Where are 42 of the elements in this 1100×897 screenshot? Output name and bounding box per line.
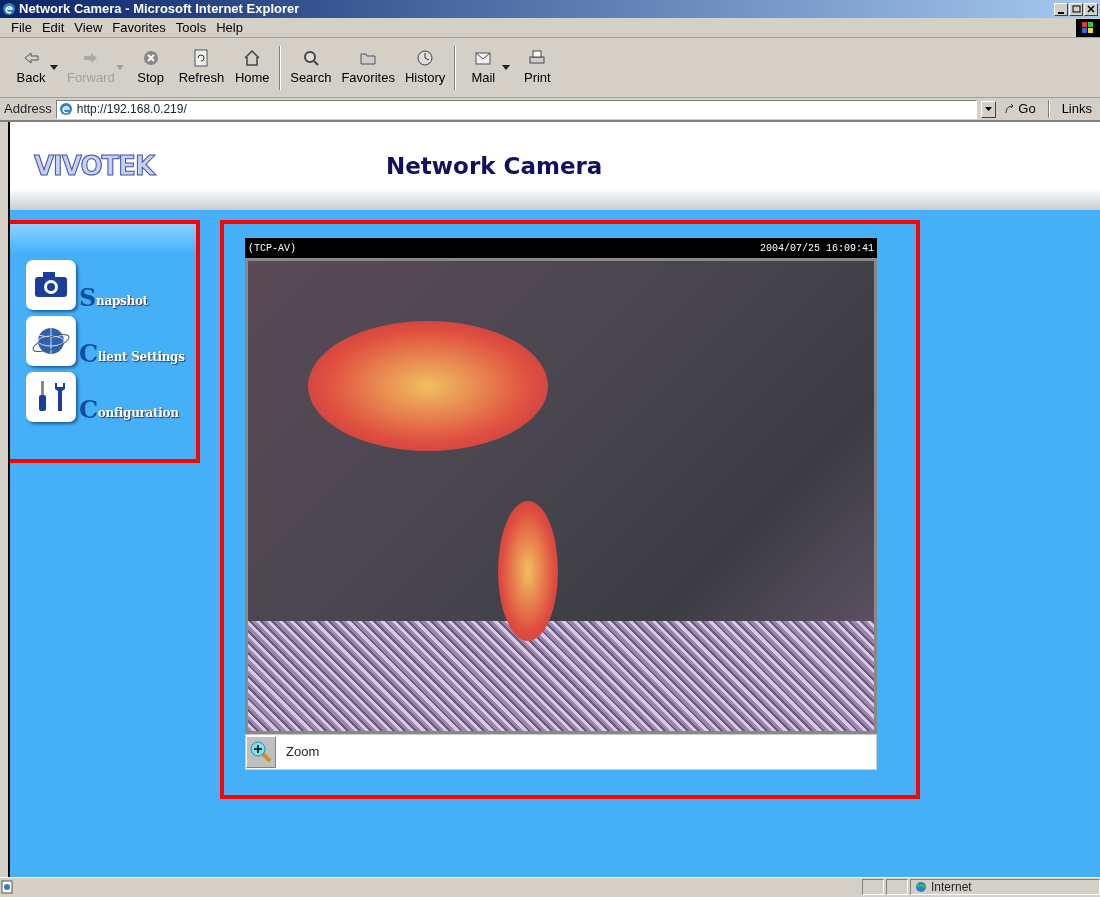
zoom-button[interactable] <box>246 736 276 768</box>
page-icon <box>58 102 73 116</box>
menu-item[interactable]: Tools <box>170 17 212 38</box>
menu-item[interactable]: Edit <box>36 17 70 38</box>
timestamp: 2004/07/25 16:09:41 <box>759 241 874 256</box>
toolbar-button[interactable]: Stop <box>127 47 174 88</box>
toolbar-button[interactable]: Refresh <box>173 47 230 88</box>
toolbar-button[interactable]: Print <box>514 47 561 88</box>
address-label: Address <box>4 100 52 119</box>
ie-logo-icon <box>2 2 16 16</box>
zoom-label: Zoom <box>286 743 320 762</box>
dropdown-caret-icon[interactable] <box>502 64 511 70</box>
links-button[interactable]: Links <box>1057 99 1096 119</box>
menu-item[interactable]: File <box>6 17 37 38</box>
zoom-in-icon <box>249 740 273 764</box>
clock-icon <box>415 47 436 68</box>
toolbar-button[interactable]: History <box>399 47 451 88</box>
caret-icon <box>985 107 993 111</box>
status-pane <box>886 878 908 895</box>
address-field[interactable]: http://192.168.0.219/ <box>55 99 978 119</box>
windows-flag-icon <box>1076 18 1100 37</box>
zone-indicator: Internet <box>910 878 1100 895</box>
vivotek-logo: VIVOTEK <box>34 149 157 183</box>
close-icon[interactable] <box>1086 4 1096 14</box>
page-heading: Network Camera <box>386 151 603 181</box>
menu-item[interactable]: Help <box>211 17 248 38</box>
restore-icon[interactable] <box>1071 4 1081 14</box>
toolbar-button[interactable]: Home <box>229 47 276 88</box>
menu-item[interactable]: View <box>69 17 108 38</box>
stream-label: (TCP-AV) <box>248 241 296 256</box>
toolbar-button[interactable]: Mail <box>460 47 507 88</box>
dropdown-caret-icon[interactable] <box>50 64 58 70</box>
status-pane <box>862 878 884 895</box>
menu-item[interactable]: Favorites <box>107 17 171 38</box>
globe-icon <box>915 880 927 893</box>
toolbar-button[interactable]: Favorites <box>336 47 400 88</box>
toolbar-button[interactable]: Search <box>285 47 337 88</box>
page-icon <box>0 879 14 894</box>
toolbar-button[interactable]: Back <box>8 47 54 88</box>
window-title: Network Camera - Microsoft Internet Explorer <box>19 0 301 19</box>
go-button[interactable]: Go <box>1000 99 1040 119</box>
dropdown-button[interactable] <box>981 100 997 118</box>
